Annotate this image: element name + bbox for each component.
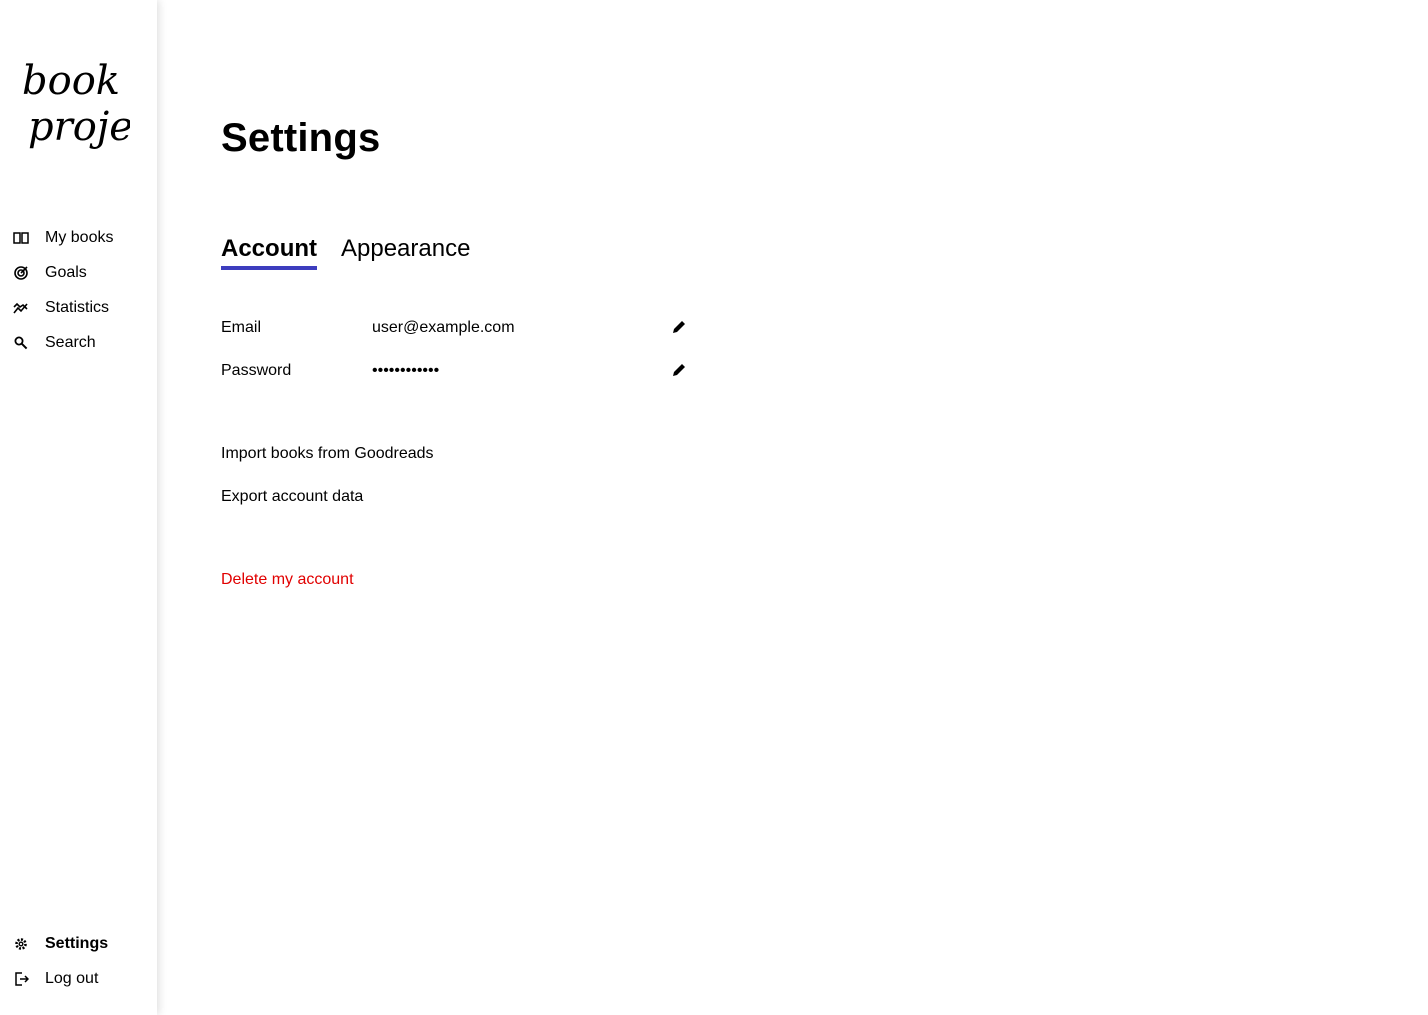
sidebar-item-label: Statistics [45, 298, 110, 316]
sidebar-item-label: Search [45, 333, 96, 351]
export-account-data-link[interactable]: Export account data [221, 488, 363, 506]
stats-icon [13, 300, 29, 316]
app-logo[interactable]: book project [18, 52, 172, 164]
edit-password-pencil-icon[interactable] [671, 362, 687, 378]
sidebar-item-settings[interactable]: Settings [0, 926, 157, 961]
sidebar-item-log-out[interactable]: Log out [0, 961, 157, 996]
logo-text-line2: project [28, 104, 130, 150]
gear-icon [13, 936, 29, 952]
password-row: Password •••••••••••• [221, 362, 691, 384]
sidebar-item-statistics[interactable]: Statistics [0, 290, 157, 325]
tab-account[interactable]: Account [221, 234, 317, 270]
delete-account-link[interactable]: Delete my account [221, 571, 354, 589]
settings-tabs: Account Appearance [221, 234, 470, 270]
sidebar-item-my-books[interactable]: My books [0, 220, 157, 255]
import-goodreads-link[interactable]: Import books from Goodreads [221, 445, 434, 463]
sidebar-item-label: Goals [45, 263, 87, 281]
search-icon [13, 335, 29, 351]
email-row: Email user@example.com [221, 319, 691, 341]
sidebar-item-label: My books [45, 228, 114, 246]
password-value: •••••••••••• [372, 362, 440, 379]
email-value: user@example.com [372, 319, 515, 336]
sidebar-item-goals[interactable]: Goals [0, 255, 157, 290]
password-label: Password [221, 362, 292, 379]
page-title: Settings [221, 116, 381, 160]
edit-email-pencil-icon[interactable] [671, 319, 687, 335]
email-label: Email [221, 319, 262, 336]
book-open-icon [13, 230, 29, 246]
logout-icon [13, 971, 29, 987]
tab-appearance[interactable]: Appearance [341, 234, 470, 270]
sidebar-bottom-nav: Settings Log out [0, 926, 157, 996]
sidebar-item-search[interactable]: Search [0, 325, 157, 360]
sidebar-item-label: Log out [45, 969, 99, 987]
sidebar: book project My books Goals Statistics [0, 0, 172, 1015]
sidebar-item-label: Settings [45, 934, 109, 952]
main-content: Settings Account Appearance Email user@e… [157, 0, 1428, 1015]
logo-image: book project [22, 58, 172, 150]
logo-text-line1: book [22, 58, 120, 104]
target-icon [13, 265, 29, 281]
sidebar-nav: My books Goals Statistics Search [0, 220, 157, 360]
